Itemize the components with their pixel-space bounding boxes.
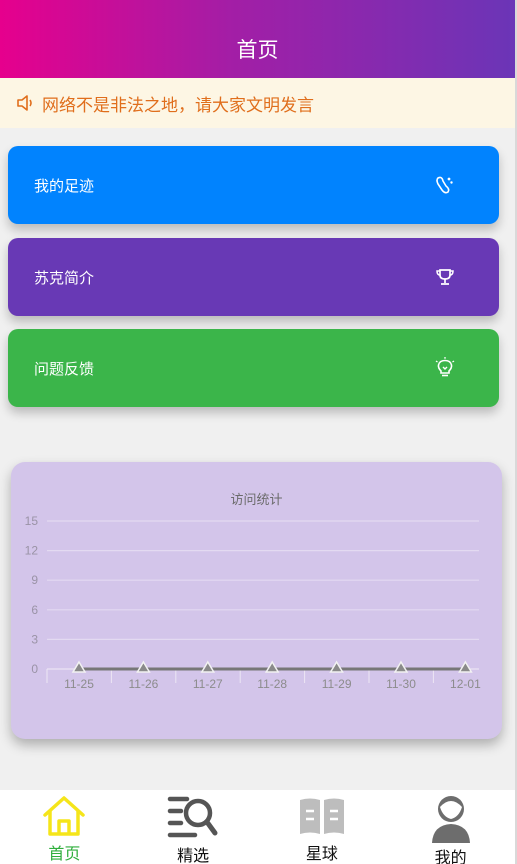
notice-bar: 网络不是非法之地，请大家文明发言 bbox=[0, 78, 515, 128]
x-tick-label: 11-28 bbox=[257, 677, 287, 691]
menu-card-label: 苏克简介 bbox=[34, 268, 95, 287]
y-tick-label: 15 bbox=[25, 514, 39, 528]
menu-card-footprint[interactable]: 我的足迹 bbox=[8, 146, 499, 224]
data-point bbox=[71, 660, 87, 673]
y-tick-label: 3 bbox=[31, 632, 38, 646]
bottom-tabbar: 首页 精选 星球 我的 bbox=[0, 790, 515, 864]
data-point bbox=[393, 660, 409, 673]
x-tick-label: 12-01 bbox=[450, 677, 481, 691]
menu-card-label: 我的足迹 bbox=[34, 176, 95, 195]
y-tick-label: 0 bbox=[31, 662, 38, 676]
menu-card-label: 问题反馈 bbox=[34, 359, 95, 378]
speaker-icon bbox=[17, 95, 32, 111]
tab-planet[interactable]: 星球 bbox=[258, 790, 387, 864]
trophy-icon bbox=[435, 267, 455, 287]
tab-home[interactable]: 首页 bbox=[0, 790, 129, 864]
tab-label: 首页 bbox=[48, 844, 81, 863]
chart-plot: 0 3 6 9 12 15 11-25 11-26 11-27 11-28 11-29 11-30 12… bbox=[25, 514, 481, 691]
x-tick-label: 11-29 bbox=[322, 677, 352, 691]
menu-card-intro[interactable]: 苏克简介 bbox=[8, 238, 499, 316]
x-tick-label: 11-27 bbox=[193, 677, 223, 691]
lightbulb-icon bbox=[435, 357, 455, 379]
user-icon bbox=[429, 793, 473, 843]
search-list-icon bbox=[167, 793, 219, 841]
visit-stats-chart: 访问统计 0 3 6 9 12 15 11-25 11-26 11-27 11-28 11-29 11… bbox=[11, 462, 502, 739]
book-icon bbox=[298, 793, 346, 839]
tab-label: 星球 bbox=[305, 844, 338, 863]
x-tick-label: 11-25 bbox=[64, 677, 94, 691]
y-tick-label: 12 bbox=[25, 544, 39, 558]
menu-card-feedback[interactable]: 问题反馈 bbox=[8, 329, 499, 407]
tab-label: 精选 bbox=[177, 846, 210, 864]
page-header: 首页 bbox=[0, 0, 515, 78]
y-tick-label: 6 bbox=[31, 603, 38, 617]
data-point bbox=[200, 660, 216, 673]
data-point bbox=[136, 660, 151, 673]
y-tick-label: 9 bbox=[31, 573, 38, 587]
x-tick-label: 11-30 bbox=[386, 677, 416, 691]
x-tick-label: 11-26 bbox=[128, 677, 158, 691]
home-icon bbox=[41, 793, 87, 839]
page-title: 首页 bbox=[236, 38, 279, 62]
footprint-icon bbox=[433, 174, 455, 196]
data-point bbox=[264, 660, 280, 673]
tab-mine[interactable]: 我的 bbox=[386, 790, 515, 864]
data-point bbox=[329, 660, 344, 673]
tab-label: 我的 bbox=[434, 848, 467, 864]
data-point bbox=[458, 660, 473, 673]
notice-text: 网络不是非法之地，请大家文明发言 bbox=[42, 95, 314, 116]
tab-featured[interactable]: 精选 bbox=[129, 790, 258, 864]
